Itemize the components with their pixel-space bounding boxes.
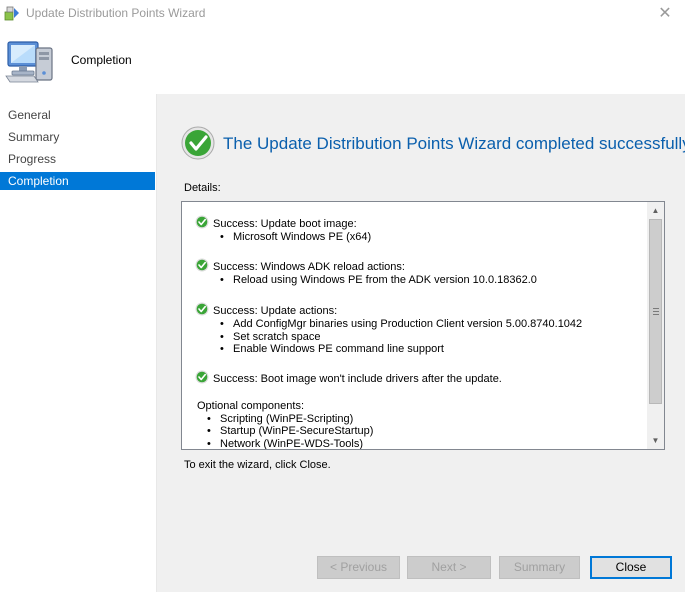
detail-item: Enable Windows PE command line support: [220, 343, 582, 356]
detail-item: Reload using Windows PE from the ADK ver…: [220, 274, 537, 287]
detail-heading: Success: Boot image won't include driver…: [213, 373, 502, 385]
nav-item-summary[interactable]: Summary: [0, 128, 155, 146]
scroll-down-icon[interactable]: ▼: [647, 432, 664, 449]
exit-instruction: To exit the wizard, click Close.: [184, 459, 331, 471]
details-textbox[interactable]: Success: Update boot image: Microsoft Wi…: [181, 201, 665, 450]
detail-item: Add ConfigMgr binaries using Production …: [220, 318, 582, 331]
nav-item-progress[interactable]: Progress: [0, 150, 155, 168]
wizard-app-icon: [4, 6, 19, 21]
nav-item-general[interactable]: General: [0, 106, 155, 124]
next-button[interactable]: Next >: [407, 556, 491, 579]
nav-item-completion[interactable]: Completion: [0, 172, 155, 190]
header-title: Completion: [71, 53, 132, 67]
scroll-up-icon[interactable]: ▲: [647, 202, 664, 219]
summary-button[interactable]: Summary: [499, 556, 580, 579]
success-check-icon: [195, 370, 209, 384]
details-label: Details:: [184, 182, 221, 194]
optional-item: Scripting (WinPE-Scripting): [207, 413, 373, 426]
title-bar: Update Distribution Points Wizard ✕: [0, 0, 685, 28]
scroll-thumb[interactable]: [649, 219, 662, 404]
close-window-icon[interactable]: ✕: [653, 3, 677, 25]
completion-heading: The Update Distribution Points Wizard co…: [223, 134, 685, 153]
optional-heading: Optional components:: [197, 400, 305, 412]
detail-heading: Success: Update boot image:: [213, 218, 357, 230]
main-panel: The Update Distribution Points Wizard co…: [157, 94, 685, 592]
computer-icon: [5, 41, 53, 83]
scroll-grip-icon: [653, 308, 659, 315]
window-title: Update Distribution Points Wizard: [26, 6, 206, 20]
success-check-icon: [195, 302, 209, 316]
wizard-header: Completion: [0, 28, 685, 94]
success-check-icon: [195, 258, 209, 272]
optional-item: Network (WinPE-WDS-Tools): [207, 438, 373, 450]
success-check-icon: [181, 126, 215, 160]
details-content: Success: Update boot image: Microsoft Wi…: [182, 202, 648, 449]
success-check-icon: [195, 215, 209, 229]
details-scrollbar[interactable]: ▲ ▼: [647, 202, 664, 449]
close-button[interactable]: Close: [590, 556, 672, 579]
detail-item: Microsoft Windows PE (x64): [220, 231, 371, 244]
detail-heading: Success: Update actions:: [213, 305, 338, 317]
wizard-nav: General Summary Progress Completion: [0, 94, 157, 592]
detail-item: Set scratch space: [220, 331, 582, 344]
detail-heading: Success: Windows ADK reload actions:: [213, 261, 405, 273]
previous-button[interactable]: < Previous: [317, 556, 400, 579]
optional-components: Optional components: Scripting (WinPE-Sc…: [197, 400, 373, 450]
optional-item: Startup (WinPE-SecureStartup): [207, 425, 373, 438]
